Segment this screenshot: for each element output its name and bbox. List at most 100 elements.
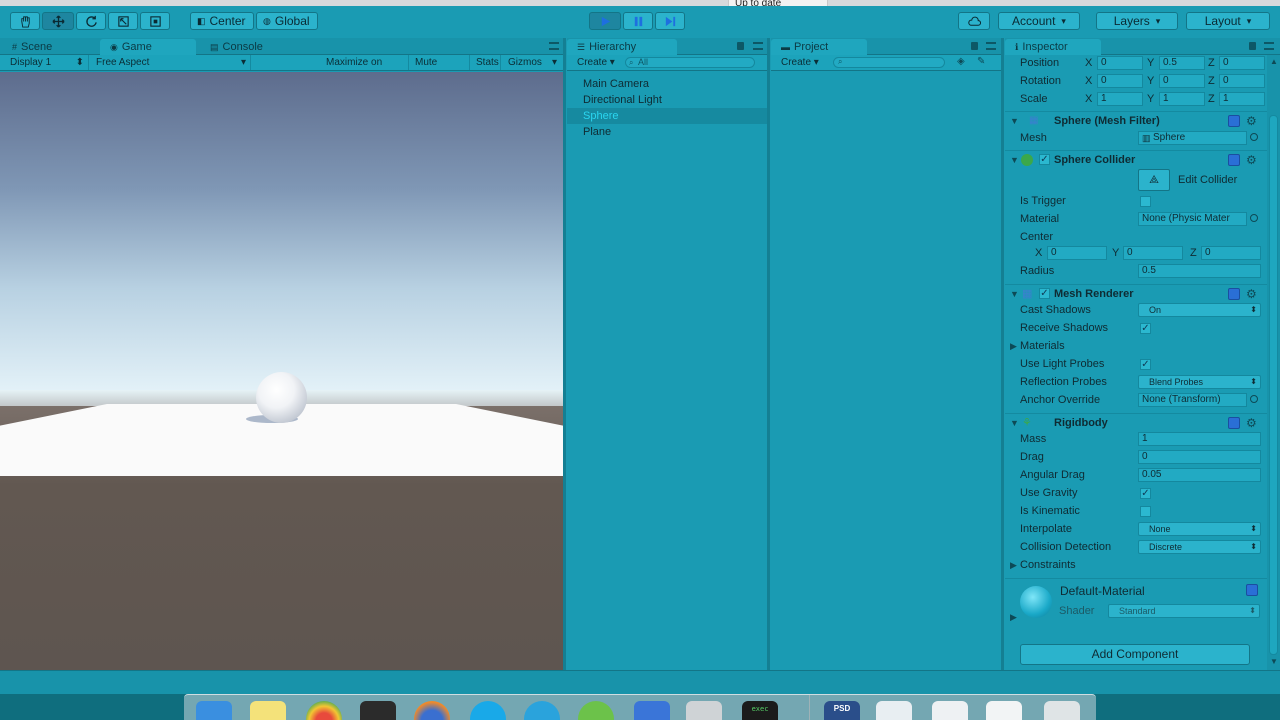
scale-y-field[interactable]: 1 [1159, 92, 1205, 106]
rotate-tool-button[interactable] [76, 12, 106, 30]
tab-inspector[interactable]: ℹ Inspector [1005, 39, 1101, 55]
hierarchy-item-directional-light[interactable]: Directional Light [583, 92, 662, 108]
window-thumbnail-icon[interactable] [876, 701, 912, 720]
object-picker-icon[interactable] [1250, 214, 1258, 222]
unity-icon[interactable] [360, 701, 396, 720]
inspector-scrollbar[interactable]: ▲ ▼ [1267, 55, 1280, 670]
receive-shadows-checkbox[interactable]: ✓ [1140, 323, 1151, 334]
tab-project[interactable]: ▬ Project [771, 39, 867, 55]
is-trigger-checkbox[interactable] [1140, 196, 1151, 207]
chrome-icon[interactable] [306, 701, 342, 720]
foldout-arrow-icon[interactable]: ▼ [1010, 116, 1019, 126]
object-picker-icon[interactable] [1250, 133, 1258, 141]
rotation-z-field[interactable]: 0 [1219, 74, 1265, 88]
rotation-x-field[interactable]: 0 [1097, 74, 1143, 88]
center-y-field[interactable]: 0 [1123, 246, 1183, 260]
mesh-renderer-header[interactable]: ▼ ▦ ✓ Mesh Renderer ⚙ [1005, 284, 1267, 304]
scroll-down-icon[interactable]: ▼ [1270, 657, 1278, 666]
layout-dropdown[interactable]: Layout [1186, 12, 1270, 30]
radius-field[interactable]: 0.5 [1138, 264, 1261, 278]
tab-scene[interactable]: # Scene [2, 39, 62, 55]
game-viewport[interactable] [0, 72, 563, 670]
panel-divider[interactable] [767, 38, 770, 670]
pause-button[interactable] [623, 12, 653, 30]
foldout-arrow-icon[interactable]: ▼ [1010, 289, 1019, 299]
panel-menu-icon[interactable] [1264, 42, 1274, 50]
lock-icon[interactable] [1249, 42, 1256, 50]
mute-audio-toggle[interactable]: Mute audio [410, 55, 470, 83]
center-x-field[interactable]: 0 [1047, 246, 1107, 260]
use-light-probes-checkbox[interactable]: ✓ [1140, 359, 1151, 370]
account-dropdown[interactable]: Account [998, 12, 1080, 30]
sphere-collider-enabled-checkbox[interactable]: ✓ [1039, 154, 1050, 165]
position-x-field[interactable]: 0 [1097, 56, 1143, 70]
help-icon[interactable] [1246, 584, 1258, 596]
panel-menu-icon[interactable] [986, 42, 996, 50]
rigidbody-header[interactable]: ▼ ⚘ Rigidbody ⚙ [1005, 413, 1267, 433]
app-blue-icon[interactable] [634, 701, 670, 720]
finder-icon[interactable] [196, 701, 232, 720]
physic-material-field[interactable]: None (Physic Mater [1138, 212, 1247, 226]
panel-divider[interactable] [563, 38, 566, 670]
filter-by-label-icon[interactable]: ✎ [977, 56, 985, 67]
telegram-icon[interactable] [524, 701, 560, 720]
skype-icon[interactable] [470, 701, 506, 720]
help-icon[interactable] [1228, 115, 1240, 127]
hand-tool-button[interactable] [10, 12, 40, 30]
panel-menu-icon[interactable] [753, 42, 763, 50]
position-z-field[interactable]: 0 [1219, 56, 1265, 70]
lock-icon[interactable] [737, 42, 744, 50]
collision-detection-select[interactable]: Discrete [1138, 540, 1261, 554]
aspect-select[interactable]: Free Aspect ▾ [91, 55, 251, 70]
scale-z-field[interactable]: 1 [1219, 92, 1265, 106]
panel-divider[interactable] [1001, 38, 1004, 670]
move-tool-button[interactable] [42, 12, 74, 30]
gizmos-dropdown[interactable]: Gizmos ▾ [503, 55, 559, 70]
foldout-arrow-icon[interactable]: ▼ [1010, 418, 1019, 428]
hierarchy-search-input[interactable]: ⌕ All [625, 57, 755, 68]
angular-drag-field[interactable]: 0.05 [1138, 468, 1261, 482]
hierarchy-item-plane[interactable]: Plane [583, 124, 611, 140]
edit-collider-button[interactable]: ⟁ [1138, 169, 1170, 191]
psd-file-icon[interactable]: PSD [824, 701, 860, 720]
play-button[interactable] [589, 12, 621, 30]
foldout-arrow-icon[interactable]: ▼ [1010, 155, 1019, 165]
center-z-field[interactable]: 0 [1201, 246, 1261, 260]
project-create-dropdown[interactable]: Create ▾ [776, 55, 826, 70]
display-select[interactable]: Display 1 ⬍ [5, 55, 89, 70]
gear-icon[interactable]: ⚙ [1246, 114, 1257, 128]
cloud-button[interactable] [958, 12, 990, 30]
help-icon[interactable] [1228, 154, 1240, 166]
pivot-center-button[interactable]: ◧ Center [190, 12, 254, 30]
hierarchy-create-dropdown[interactable]: Create ▾ [572, 55, 620, 70]
mesh-object-field[interactable]: ▥ Sphere [1138, 131, 1247, 145]
lock-icon[interactable] [971, 42, 978, 50]
hierarchy-item-sphere[interactable]: Sphere [567, 108, 767, 124]
scale-tool-button[interactable] [108, 12, 138, 30]
video-editor-icon[interactable] [686, 701, 722, 720]
stats-toggle[interactable]: Stats [471, 55, 501, 70]
add-component-button[interactable]: Add Component [1020, 644, 1250, 665]
use-gravity-checkbox[interactable]: ✓ [1140, 488, 1151, 499]
sphere-collider-header[interactable]: ▼ ✓ Sphere Collider ⚙ [1005, 150, 1267, 170]
help-icon[interactable] [1228, 417, 1240, 429]
trash-icon[interactable] [1044, 701, 1080, 720]
scroll-up-icon[interactable]: ▲ [1270, 57, 1278, 66]
space-global-button[interactable]: ◍ Global [256, 12, 318, 30]
gear-icon[interactable]: ⚙ [1246, 416, 1257, 430]
window-thumbnail-icon[interactable] [932, 701, 968, 720]
foldout-arrow-icon[interactable]: ▶ [1010, 341, 1017, 352]
tab-hierarchy[interactable]: ☰ Hierarchy [567, 39, 677, 55]
help-icon[interactable] [1228, 288, 1240, 300]
is-kinematic-checkbox[interactable] [1140, 506, 1151, 517]
gear-icon[interactable]: ⚙ [1246, 153, 1257, 167]
notes-icon[interactable] [250, 701, 286, 720]
firefox-icon[interactable] [414, 701, 450, 720]
gear-icon[interactable]: ⚙ [1246, 287, 1257, 301]
maximize-on-play-toggle[interactable]: Maximize on Play [321, 55, 409, 83]
constraints-row[interactable]: ▶ Constraints [1005, 557, 1267, 575]
tab-game[interactable]: ◉ Game [100, 39, 196, 55]
window-thumbnail-icon[interactable] [986, 701, 1022, 720]
interpolate-select[interactable]: None [1138, 522, 1261, 536]
rotation-y-field[interactable]: 0 [1159, 74, 1205, 88]
